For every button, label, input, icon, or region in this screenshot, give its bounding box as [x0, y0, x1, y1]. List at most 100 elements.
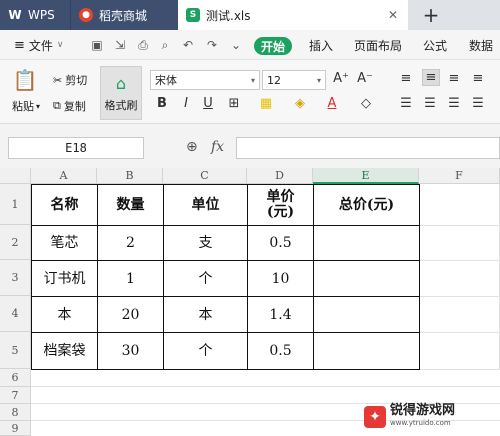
row-header-6[interactable]: 6 [0, 369, 31, 387]
cell-c5[interactable]: 个 [164, 333, 248, 370]
redo-icon[interactable]: ↷ [205, 38, 219, 52]
export-icon[interactable]: ⇲ [113, 38, 127, 52]
row-header-9[interactable]: 9 [0, 421, 31, 436]
font-size-select[interactable]: 12 ▾ [262, 70, 326, 90]
paste-label: 粘贴 [12, 100, 34, 113]
cell-d4[interactable]: 1.4 [248, 297, 314, 333]
cell-b1[interactable]: 数量 [98, 185, 164, 226]
format-painter-button[interactable]: ⌂ 格式刷 [100, 66, 142, 120]
cut-button[interactable]: ✂ 剪切 [53, 72, 87, 88]
cell-d3[interactable]: 10 [248, 261, 314, 297]
align-bottom-icon[interactable]: ≡ [446, 71, 462, 86]
menu-insert[interactable]: 插入 [309, 30, 333, 60]
fill-color-icon[interactable]: ◈ [292, 96, 308, 111]
cell-b3[interactable]: 1 [98, 261, 164, 297]
scissors-icon: ✂ [53, 73, 63, 87]
cell-b4[interactable]: 20 [98, 297, 164, 333]
font-color-icon[interactable]: A [324, 96, 340, 111]
underline-button[interactable]: U [200, 96, 216, 111]
fx-icon[interactable]: fx [211, 139, 224, 155]
menu-formula[interactable]: 公式 [423, 30, 447, 60]
row-header-3[interactable]: 3 [0, 260, 31, 296]
cell-b2[interactable]: 2 [98, 226, 164, 261]
tab-wps-label: WPS [28, 8, 55, 22]
row-header-7[interactable]: 7 [0, 387, 31, 404]
customize-dropdown-icon[interactable]: ⌄ [229, 38, 243, 52]
justify-icon[interactable]: ☰ [470, 96, 486, 111]
cell-e5[interactable] [314, 333, 420, 370]
cell-c4[interactable]: 本 [164, 297, 248, 333]
cell-e3[interactable] [314, 261, 420, 297]
formula-input[interactable] [236, 137, 500, 159]
tab-file[interactable]: S 测试.xls ✕ [178, 0, 408, 30]
col-header-e[interactable]: E [313, 168, 419, 184]
cell-d2[interactable]: 0.5 [248, 226, 314, 261]
align-top-icon[interactable]: ≡ [398, 71, 414, 86]
cell-d1[interactable]: 单价 (元) [248, 185, 314, 226]
tab-daoke-store[interactable]: ● 稻壳商城 [70, 0, 178, 30]
cell-a4[interactable]: 本 [32, 297, 98, 333]
increase-font-button[interactable]: A⁺ [333, 71, 349, 86]
font-name-select[interactable]: 宋体 ▾ [150, 70, 260, 90]
chevron-down-icon: ▾ [36, 101, 41, 111]
align-right-icon[interactable]: ☰ [446, 96, 462, 111]
cell-a2[interactable]: 笔芯 [32, 226, 98, 261]
menu-page-layout[interactable]: 页面布局 [354, 30, 402, 60]
align-middle-icon[interactable]: ≡ [422, 69, 440, 86]
cell-c2[interactable]: 支 [164, 226, 248, 261]
cell-a1[interactable]: 名称 [32, 185, 98, 226]
col-header-f[interactable]: F [419, 168, 500, 184]
print-icon[interactable]: ⎙ [136, 38, 150, 52]
border-icon[interactable]: ⊞ [226, 96, 242, 111]
tab-wps[interactable]: W WPS [0, 0, 70, 30]
menu-start[interactable]: 开始 [254, 37, 292, 55]
row-header-5[interactable]: 5 [0, 332, 31, 369]
select-all-corner[interactable] [0, 168, 31, 184]
row-header-1[interactable]: 1 [0, 184, 31, 225]
cell-a5[interactable]: 档案袋 [32, 333, 98, 370]
clipboard-icon[interactable]: 📋 [12, 68, 38, 92]
col-header-a[interactable]: A [31, 168, 97, 184]
cell-e1[interactable]: 总价(元) [314, 185, 420, 226]
cell-f2[interactable] [420, 226, 500, 261]
clear-format-icon[interactable]: ◇ [358, 96, 374, 111]
menu-data[interactable]: 数据 [469, 30, 493, 60]
font-name-value: 宋体 [155, 74, 177, 87]
cell-c3[interactable]: 个 [164, 261, 248, 297]
copy-label: 复制 [63, 100, 86, 113]
menu-file[interactable]: ≡ 文件 ∨ [14, 30, 64, 60]
new-tab-button[interactable]: + [418, 2, 444, 28]
save-icon[interactable]: ▣ [90, 38, 104, 52]
cell-e2[interactable] [314, 226, 420, 261]
copy-button[interactable]: ⧉ 复制 [53, 98, 86, 114]
ribbon: 📋 粘贴 ▾ ✂ 剪切 ⧉ 复制 ⌂ 格式刷 宋体 ▾ 12 ▾ A⁺ A⁻ B… [0, 60, 500, 124]
align-center-icon[interactable]: ☰ [422, 96, 438, 111]
bold-button[interactable]: B [154, 96, 170, 111]
row-header-8[interactable]: 8 [0, 404, 31, 421]
indent-icon[interactable]: ≡ [470, 71, 486, 86]
cell-f5[interactable] [420, 333, 500, 370]
col-header-b[interactable]: B [97, 168, 163, 184]
cell-d5[interactable]: 0.5 [248, 333, 314, 370]
print-preview-icon[interactable]: ⌕ [158, 38, 172, 52]
row-header-4[interactable]: 4 [0, 296, 31, 332]
zoom-search-icon[interactable]: ⊕ [186, 139, 198, 155]
row-header-2[interactable]: 2 [0, 225, 31, 260]
undo-icon[interactable]: ↶ [181, 38, 195, 52]
decrease-font-button[interactable]: A⁻ [357, 71, 373, 86]
align-left-icon[interactable]: ☰ [398, 96, 414, 111]
cell-f1[interactable] [420, 184, 500, 226]
cell-f4[interactable] [420, 297, 500, 333]
close-icon[interactable]: ✕ [388, 8, 398, 22]
cell-e4[interactable] [314, 297, 420, 333]
col-header-c[interactable]: C [163, 168, 247, 184]
cell-f3[interactable] [420, 261, 500, 297]
cell-a3[interactable]: 订书机 [32, 261, 98, 297]
fill-pattern-icon[interactable]: ▦ [258, 96, 274, 111]
italic-button[interactable]: I [178, 96, 194, 111]
name-box[interactable]: E18 [8, 137, 144, 159]
paste-button[interactable]: 粘贴 ▾ [12, 98, 40, 114]
cell-c1[interactable]: 单位 [164, 185, 248, 226]
cell-b5[interactable]: 30 [98, 333, 164, 370]
col-header-d[interactable]: D [247, 168, 313, 184]
